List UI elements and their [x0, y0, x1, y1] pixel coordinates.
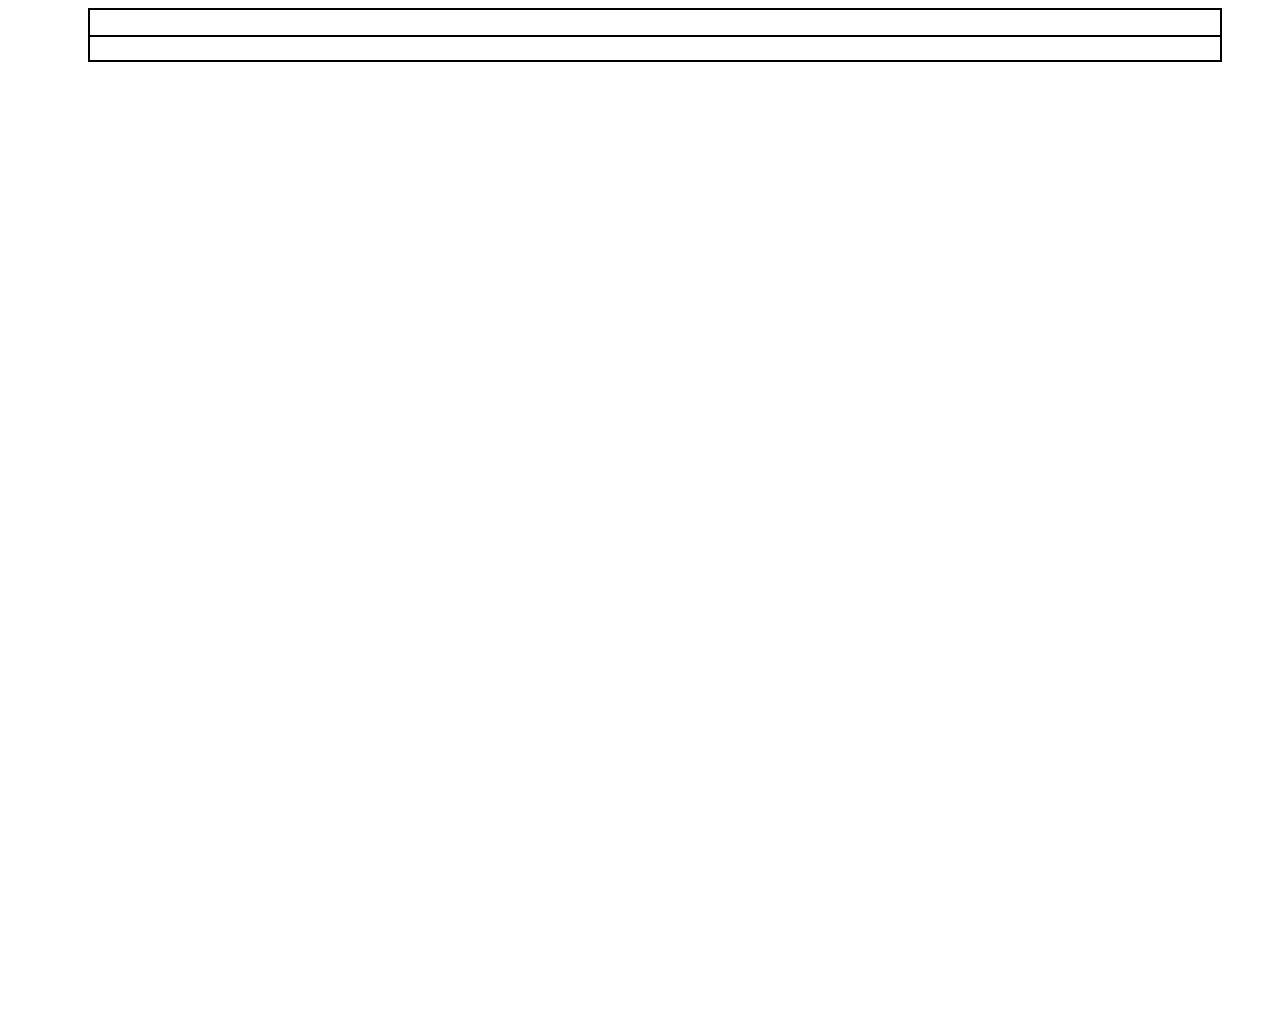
header: [88, 8, 1222, 62]
header-line-1: [90, 10, 1220, 37]
legend-td2m: [0, 348, 106, 363]
separator: [655, 41, 669, 57]
meteogram-chart: [0, 0, 1280, 1024]
separator: [641, 41, 655, 57]
separator: [634, 15, 648, 31]
meteogram-page: [0, 0, 1280, 1024]
header-line-2: [90, 37, 1220, 62]
separator: [648, 15, 662, 31]
separator: [662, 15, 676, 31]
